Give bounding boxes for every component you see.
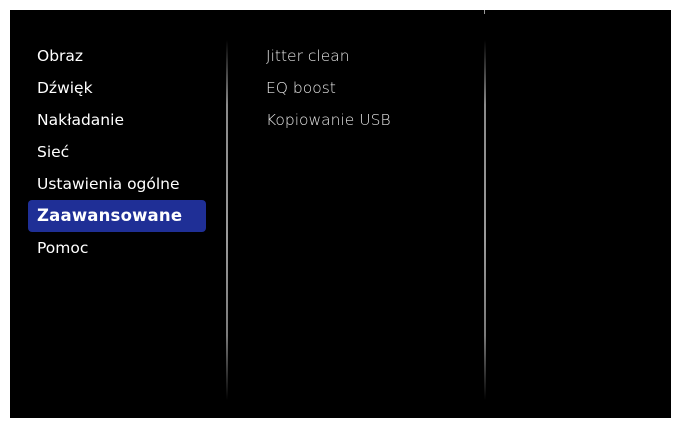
submenu-item-eq-boost[interactable]: EQ boost xyxy=(266,72,476,104)
submenu-item-jitter-clean[interactable]: Jitter clean xyxy=(266,40,476,72)
menu-item-pomoc[interactable]: Pomoc xyxy=(28,232,206,264)
menu-item-ustawienia-ogolne[interactable]: Ustawienia ogólne xyxy=(28,168,206,200)
column-divider-left xyxy=(226,40,228,400)
top-marker xyxy=(484,10,485,14)
menu-item-obraz[interactable]: Obraz xyxy=(28,40,206,72)
submenu-item-kopiowanie-usb[interactable]: Kopiowanie USB xyxy=(266,104,476,136)
menu-item-siec[interactable]: Sieć xyxy=(28,136,206,168)
main-menu: Obraz Dźwięk Nakładanie Sieć Ustawienia … xyxy=(28,40,206,264)
menu-item-zaawansowane[interactable]: Zaawansowane xyxy=(28,200,206,232)
menu-item-nakladanie[interactable]: Nakładanie xyxy=(28,104,206,136)
menu-item-dzwiek[interactable]: Dźwięk xyxy=(28,72,206,104)
submenu: Jitter clean EQ boost Kopiowanie USB xyxy=(266,40,476,136)
column-divider-right xyxy=(484,40,486,400)
tv-osd-screen: Obraz Dźwięk Nakładanie Sieć Ustawienia … xyxy=(10,10,671,418)
